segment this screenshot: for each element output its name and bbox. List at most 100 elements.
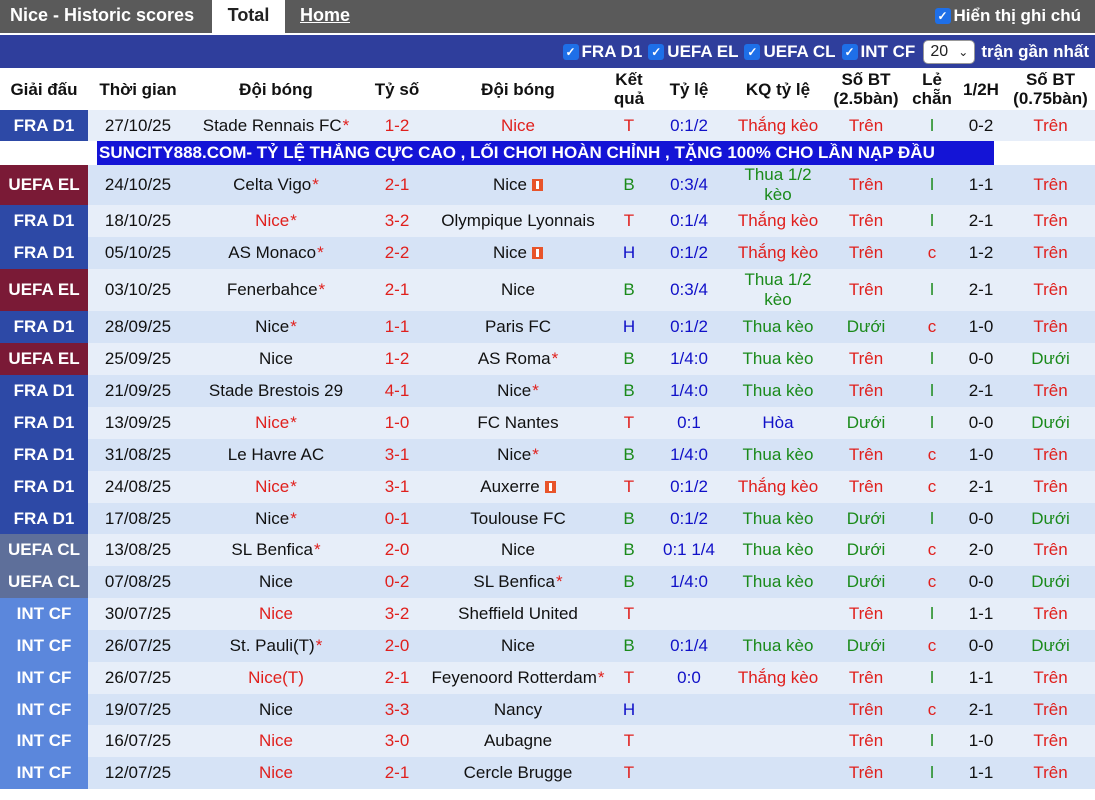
league-badge[interactable]: UEFA EL [0, 343, 88, 375]
team-name[interactable]: Sheffield United [458, 604, 578, 624]
team-name[interactable]: Nice [501, 636, 535, 656]
match-score[interactable]: 3-2 [366, 205, 428, 237]
match-score[interactable]: 4-1 [366, 375, 428, 407]
tab-total[interactable]: Total [212, 0, 285, 33]
team-name[interactable]: Nice [255, 317, 289, 337]
match-count-select[interactable]: 20 ⌄ [923, 39, 976, 64]
league-badge[interactable]: UEFA EL [0, 165, 88, 205]
league-badge[interactable]: UEFA CL [0, 566, 88, 598]
match-score[interactable]: 1-0 [366, 407, 428, 439]
team-name[interactable]: Nice [255, 477, 289, 497]
league-badge[interactable]: FRA D1 [0, 375, 88, 407]
home-team[interactable]: Nice * [186, 471, 366, 503]
match-score[interactable]: 0-2 [366, 566, 428, 598]
team-name[interactable]: Le Havre AC [228, 445, 324, 465]
team-name[interactable]: Nice [493, 243, 527, 263]
team-name[interactable]: Nice [497, 381, 531, 401]
team-name[interactable]: Aubagne [484, 731, 552, 751]
home-team[interactable]: Nice [186, 725, 366, 757]
team-name[interactable]: Nice [259, 763, 293, 783]
league-badge[interactable]: FRA D1 [0, 110, 88, 141]
league-badge[interactable]: FRA D1 [0, 311, 88, 343]
tab-historic-scores[interactable]: Nice - Historic scores [0, 0, 194, 33]
team-name[interactable]: Nice [255, 211, 289, 231]
league-badge[interactable]: INT CF [0, 694, 88, 725]
away-team[interactable]: FC Nantes [426, 407, 610, 439]
away-team[interactable]: Cercle Brugge [426, 757, 610, 789]
match-score[interactable]: 3-0 [366, 725, 428, 757]
team-name[interactable]: St. Pauli(T) [230, 636, 315, 656]
team-name[interactable]: Nancy [494, 700, 542, 720]
league-badge[interactable]: FRA D1 [0, 471, 88, 503]
away-team[interactable]: Sheffield United [426, 598, 610, 630]
match-score[interactable]: 3-1 [366, 439, 428, 471]
home-team[interactable]: Stade Rennais FC * [186, 110, 366, 141]
team-name[interactable]: Nice [501, 280, 535, 300]
match-score[interactable]: 2-0 [366, 630, 428, 662]
team-name[interactable]: Nice(T) [248, 668, 304, 688]
away-team[interactable]: Nice * [426, 439, 610, 471]
league-badge[interactable]: INT CF [0, 598, 88, 630]
away-team[interactable]: SL Benfica * [426, 566, 610, 598]
away-team[interactable]: Nice [426, 630, 610, 662]
home-team[interactable]: Nice * [186, 311, 366, 343]
filter-uefa-cl[interactable]: ✓ UEFA CL [744, 42, 836, 62]
home-team[interactable]: Nice [186, 757, 366, 789]
home-team[interactable]: Nice(T) [186, 662, 366, 694]
league-badge[interactable]: INT CF [0, 662, 88, 694]
show-notes-toggle[interactable]: ✓ Hiển thị ghi chú [934, 5, 1081, 27]
home-team[interactable]: Le Havre AC [186, 439, 366, 471]
away-team[interactable]: Nice * [426, 375, 610, 407]
away-team[interactable]: AS Roma * [426, 343, 610, 375]
team-name[interactable]: Toulouse FC [470, 509, 565, 529]
league-badge[interactable]: FRA D1 [0, 503, 88, 534]
home-team[interactable]: Celta Vigo * [186, 165, 366, 205]
away-team[interactable]: Nice [426, 165, 610, 205]
checkbox-checked-icon[interactable]: ✓ [648, 43, 665, 60]
home-team[interactable]: Nice * [186, 205, 366, 237]
league-badge[interactable]: FRA D1 [0, 237, 88, 269]
team-name[interactable]: Celta Vigo [233, 175, 311, 195]
team-name[interactable]: FC Nantes [477, 413, 558, 433]
tab-home[interactable]: Home [300, 0, 350, 33]
league-badge[interactable]: UEFA EL [0, 269, 88, 311]
match-score[interactable]: 2-0 [366, 534, 428, 566]
away-team[interactable]: Nice [426, 110, 610, 141]
league-badge[interactable]: FRA D1 [0, 439, 88, 471]
home-team[interactable]: Stade Brestois 29 [186, 375, 366, 407]
away-team[interactable]: Aubagne [426, 725, 610, 757]
away-team[interactable]: Nice [426, 269, 610, 311]
team-name[interactable]: SL Benfica [473, 572, 555, 592]
home-team[interactable]: Nice * [186, 503, 366, 534]
league-badge[interactable]: INT CF [0, 630, 88, 662]
home-team[interactable]: Nice [186, 598, 366, 630]
filter-int-cf[interactable]: ✓ INT CF [841, 42, 915, 62]
away-team[interactable]: Nice [426, 534, 610, 566]
match-score[interactable]: 3-2 [366, 598, 428, 630]
away-team[interactable]: Paris FC [426, 311, 610, 343]
match-score[interactable]: 1-2 [366, 110, 428, 141]
ad-text[interactable]: SUNCITY888.COM- TỶ LỆ THẮNG CỰC CAO , LỐ… [97, 141, 994, 165]
filter-uefa-el[interactable]: ✓ UEFA EL [648, 42, 738, 62]
away-team[interactable]: Nice [426, 237, 610, 269]
filter-fra-d1[interactable]: ✓ FRA D1 [562, 42, 642, 62]
checkbox-checked-icon[interactable]: ✓ [562, 43, 579, 60]
home-team[interactable]: Nice [186, 694, 366, 725]
match-score[interactable]: 1-2 [366, 343, 428, 375]
league-badge[interactable]: UEFA CL [0, 534, 88, 566]
match-score[interactable]: 2-1 [366, 165, 428, 205]
home-team[interactable]: Fenerbahce * [186, 269, 366, 311]
checkbox-checked-icon[interactable]: ✓ [934, 8, 951, 24]
team-name[interactable]: Nice [255, 509, 289, 529]
match-score[interactable]: 2-1 [366, 757, 428, 789]
team-name[interactable]: Nice [501, 540, 535, 560]
checkbox-checked-icon[interactable]: ✓ [841, 43, 858, 60]
team-name[interactable]: Fenerbahce [227, 280, 318, 300]
home-team[interactable]: Nice * [186, 407, 366, 439]
league-badge[interactable]: FRA D1 [0, 407, 88, 439]
home-team[interactable]: Nice [186, 343, 366, 375]
team-name[interactable]: AS Monaco [228, 243, 316, 263]
checkbox-checked-icon[interactable]: ✓ [744, 43, 761, 60]
team-name[interactable]: AS Roma [478, 349, 551, 369]
team-name[interactable]: Stade Brestois 29 [209, 381, 343, 401]
